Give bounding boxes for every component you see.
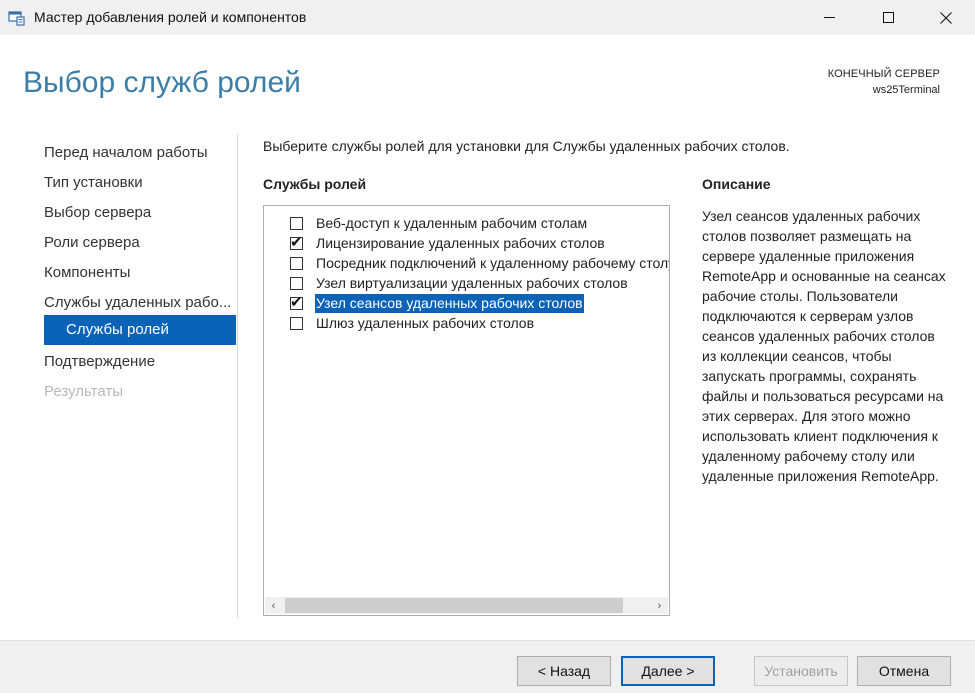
nav-item-server-roles[interactable]: Роли сервера (44, 228, 236, 258)
next-button[interactable]: Далее > (621, 656, 715, 686)
checkbox[interactable]: ✔ (290, 293, 303, 311)
destination-server-name: ws25Terminal (872, 84, 940, 96)
minimize-button[interactable] (803, 0, 855, 35)
list-item-label: Узел сеансов удаленных рабочих столов (315, 293, 584, 313)
maximize-icon (882, 12, 894, 23)
list-item-label: Веб-доступ к удаленным рабочим столам (316, 214, 588, 231)
close-button[interactable] (920, 0, 972, 35)
install-button: Установить (754, 656, 848, 686)
maximize-button[interactable] (862, 0, 914, 35)
nav-item-installation-type[interactable]: Тип установки (44, 168, 236, 198)
nav-item-features[interactable]: Компоненты (44, 258, 236, 288)
checkbox[interactable] (290, 216, 303, 230)
nav-divider (237, 134, 238, 618)
list-item[interactable]: Посредник подключений к удаленному рабоч… (290, 253, 670, 273)
page-title: Выбор служб ролей (23, 66, 301, 99)
checkbox[interactable]: ✔ (290, 233, 303, 251)
scroll-left-icon[interactable]: ‹ (265, 597, 282, 614)
nav-item-confirmation[interactable]: Подтверждение (44, 347, 236, 377)
destination-server-label: КОНЕЧНЫЙ СЕРВЕР (827, 68, 940, 80)
window-title: Мастер добавления ролей и компонентов (34, 9, 307, 25)
nav-item-results: Результаты (44, 383, 123, 400)
cancel-button[interactable]: Отмена (857, 656, 951, 686)
role-services-list[interactable]: Веб-доступ к удаленным рабочим столам ✔ … (263, 205, 670, 616)
checkbox[interactable] (290, 316, 303, 330)
list-item-label: Лицензирование удаленных рабочих столов (316, 234, 605, 251)
nav-item-role-services[interactable]: Службы ролей (44, 315, 236, 345)
list-item[interactable]: Веб-доступ к удаленным рабочим столам (290, 213, 588, 233)
server-manager-icon (8, 11, 25, 26)
list-item[interactable]: Узел виртуализации удаленных рабочих сто… (290, 273, 629, 293)
minimize-icon (823, 17, 835, 18)
nav-item-before-you-begin[interactable]: Перед началом работы (44, 138, 236, 168)
nav-item-server-selection[interactable]: Выбор сервера (44, 198, 236, 228)
scroll-right-icon[interactable]: › (651, 597, 668, 614)
list-item-label: Узел виртуализации удаленных рабочих сто… (316, 274, 628, 291)
list-item[interactable]: ✔ Узел сеансов удаленных рабочих столов (290, 293, 584, 313)
scroll-thumb[interactable] (285, 598, 623, 613)
checkmark-icon: ✔ (290, 293, 303, 311)
horizontal-scrollbar[interactable]: ‹ › (265, 597, 668, 614)
title-bar: Мастер добавления ролей и компонентов (0, 0, 975, 35)
list-item[interactable]: Шлюз удаленных рабочих столов (290, 313, 535, 333)
back-button[interactable]: < Назад (517, 656, 611, 686)
list-item[interactable]: ✔ Лицензирование удаленных рабочих столо… (290, 233, 606, 253)
role-services-heading: Службы ролей (263, 176, 367, 192)
list-item-label: Посредник подключений к удаленному рабоч… (316, 254, 670, 271)
instruction-text: Выберите службы ролей для установки для … (263, 138, 790, 154)
checkmark-icon: ✔ (290, 233, 303, 251)
checkbox[interactable] (290, 256, 303, 270)
checkbox[interactable] (290, 276, 303, 290)
list-item-label: Шлюз удаленных рабочих столов (316, 314, 535, 331)
description-heading: Описание (702, 176, 771, 192)
nav-item-remote-desktop-services[interactable]: Службы удаленных рабо... (44, 288, 236, 318)
description-text: Узел сеансов удаленных рабочих столов по… (702, 208, 946, 484)
close-icon (940, 11, 952, 24)
